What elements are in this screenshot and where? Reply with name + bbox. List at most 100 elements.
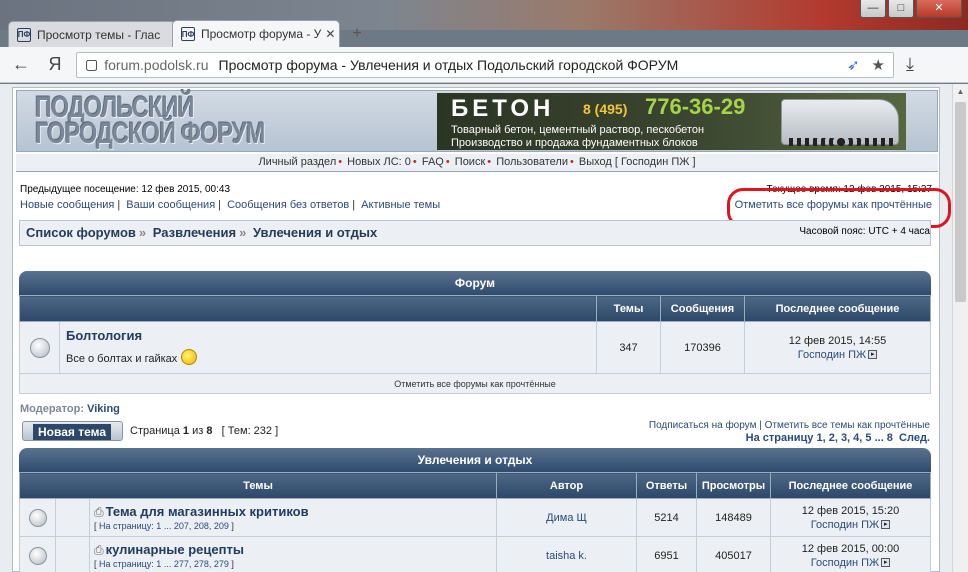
new-topic-button[interactable]: Новая тема bbox=[22, 421, 123, 441]
topic-last-author-link[interactable]: Господин ПЖ bbox=[811, 557, 879, 569]
topic-last-date: 12 фев 2015, 15:20 bbox=[801, 504, 900, 517]
download-icon[interactable]: ⤓ bbox=[906, 54, 914, 75]
subscribe-links: Подписаться на форум | Отметить все темы… bbox=[648, 420, 930, 431]
yandex-button[interactable]: Я bbox=[42, 54, 68, 75]
new-tab-button[interactable]: + bbox=[344, 25, 370, 45]
forum-description: Все о болтах и гайках bbox=[66, 352, 178, 365]
col-author: Автор bbox=[496, 472, 637, 499]
col-views: Просмотры bbox=[696, 472, 771, 499]
rocket-icon[interactable]: ➶ bbox=[847, 56, 860, 74]
topic-title-link[interactable]: кулинарные рецепты bbox=[106, 542, 244, 557]
banner-word: БЕТОН bbox=[451, 95, 555, 122]
mark-topics-read-link[interactable]: Отметить все темы как прочтённые bbox=[765, 420, 930, 431]
page-links[interactable]: 1, 2, 3, 4, 5 ... 8 bbox=[816, 432, 892, 444]
topic-replies: 6951 bbox=[636, 536, 697, 572]
close-tab-icon[interactable]: ✕ bbox=[321, 27, 335, 41]
link-your-posts[interactable]: Ваши сообщения bbox=[126, 199, 215, 211]
mark-forums-read-link[interactable]: Отметить все форумы как прочтённые bbox=[19, 373, 931, 394]
scroll-thumb[interactable] bbox=[955, 102, 966, 302]
banner-phone: 776-36-29 bbox=[645, 94, 746, 119]
next-page-link[interactable]: След. bbox=[899, 432, 930, 444]
scroll-up-icon[interactable]: ▲ bbox=[953, 84, 968, 100]
ad-banner[interactable]: БЕТОН 8 (495) 776-36-29 Товарный бетон, … bbox=[437, 93, 906, 150]
forum-row: Болтология Все о болтах и гайках 347 170… bbox=[19, 321, 931, 374]
forum-topics-count: 347 bbox=[596, 321, 661, 374]
nav-logout[interactable]: Выход [ Господин ПЖ ] bbox=[579, 156, 696, 168]
forum-section-header: Форум bbox=[19, 271, 931, 295]
forum-table: Темы Сообщения Последнее сообщение Болто… bbox=[19, 295, 931, 394]
col-posts: Сообщения bbox=[660, 295, 745, 322]
page-scrollbar[interactable]: ▲ bbox=[952, 84, 968, 572]
crumb-entertainment[interactable]: Развлечения bbox=[153, 225, 236, 240]
moderator-name-link[interactable]: Viking bbox=[87, 403, 120, 415]
nav-users[interactable]: Пользователи bbox=[496, 156, 568, 168]
url-page-title: Просмотр форума - Увлечения и отдых Подо… bbox=[218, 56, 679, 73]
bookmark-star-icon[interactable]: ★ bbox=[872, 56, 885, 74]
topic-replies: 5214 bbox=[636, 498, 697, 537]
attachment-icon: ⎙ bbox=[94, 543, 104, 557]
user-navbar: Личный раздел • Новых ЛС: 0 • FAQ • Поиск • … bbox=[16, 154, 938, 172]
tab-title: Просмотр форума - У bbox=[201, 27, 322, 41]
smiley-icon bbox=[181, 349, 198, 365]
forum-logo[interactable]: ПОДОЛЬСКИЙ ГОРОДСКОЙ ФОРУМ bbox=[35, 93, 265, 149]
topics-count: [ Тем: 232 ] bbox=[221, 425, 279, 437]
concrete-truck-image bbox=[781, 99, 899, 146]
forum-status-icon bbox=[29, 337, 50, 358]
last-visit: Предыдущее посещение: 12 фев 2015, 00:43 bbox=[20, 184, 231, 195]
pagination: На страницу 1, 2, 3, 4, 5 ... 8 След. bbox=[745, 432, 930, 444]
col-last-post: Последнее сообщение bbox=[770, 472, 931, 499]
forum-favicon-icon: ПФ bbox=[17, 27, 31, 42]
banner-line1: Товарный бетон, цементный раствор, песко… bbox=[451, 124, 705, 136]
forum-last-author-link[interactable]: Господин ПЖ bbox=[798, 349, 866, 361]
quick-links: Новые сообщения | Ваши сообщения | Сообщен… bbox=[20, 199, 441, 211]
minimize-button[interactable]: — bbox=[860, 0, 886, 18]
crumb-forum-list[interactable]: Список форумов bbox=[26, 225, 136, 240]
topic-views: 405017 bbox=[696, 536, 771, 572]
goto-post-icon[interactable]: ▸ bbox=[868, 350, 878, 360]
back-button[interactable]: ← bbox=[8, 54, 34, 75]
tab-title: Просмотр темы - Глас bbox=[37, 27, 161, 42]
breadcrumb: Список форумов» Развлечения» Увлечения и… bbox=[19, 220, 931, 246]
nav-personal[interactable]: Личный раздел bbox=[258, 156, 336, 168]
tab-topic-view[interactable]: ПФ Просмотр темы - Глас bbox=[8, 21, 176, 47]
subscribe-forum-link[interactable]: Подписаться на форум bbox=[649, 420, 757, 431]
nav-new-pm[interactable]: Новых ЛС: 0 bbox=[347, 156, 411, 168]
close-window-button[interactable]: ✕ bbox=[916, 0, 962, 18]
link-unanswered[interactable]: Сообщения без ответов bbox=[227, 199, 349, 211]
topic-pages-link[interactable]: На страницу: 1 ... 207, 208, 209 bbox=[99, 521, 229, 531]
forum-favicon-icon: ПФ bbox=[181, 27, 195, 41]
nav-faq[interactable]: FAQ bbox=[422, 156, 444, 168]
topic-status-icon bbox=[28, 546, 47, 565]
col-replies: Ответы bbox=[636, 472, 697, 499]
topics-table: Темы Автор Ответы Просмотры Последнее со… bbox=[19, 472, 931, 572]
timezone: Часовой пояс: UTC + 4 часа bbox=[799, 226, 930, 237]
topic-views: 148489 bbox=[696, 498, 771, 537]
link-new-posts[interactable]: Новые сообщения bbox=[20, 199, 114, 211]
goto-post-icon[interactable]: ▸ bbox=[881, 520, 891, 530]
goto-post-icon[interactable]: ▸ bbox=[881, 558, 891, 568]
browser-toolbar: ← Я ▢ forum.podolsk.ru Просмотр форума -… bbox=[0, 47, 968, 83]
page-info: Страница 1 из 8 [ Тем: 232 ] bbox=[130, 425, 279, 437]
forum-name-link[interactable]: Болтология bbox=[66, 328, 590, 343]
url-domain: forum.podolsk.ru bbox=[104, 56, 209, 73]
moderator-label: Модератор: bbox=[20, 403, 85, 415]
banner-line2: Производство и продажа фундаментных блок… bbox=[451, 137, 698, 149]
table-row: ⎙ кулинарные рецепты [ На страницу: 1 ...… bbox=[19, 536, 931, 572]
nav-search[interactable]: Поиск bbox=[455, 156, 485, 168]
maximize-button[interactable]: □ bbox=[888, 0, 914, 18]
topic-pages-link[interactable]: На страницу: 1 ... 277, 278, 279 bbox=[99, 559, 229, 569]
topic-author-link[interactable]: taisha k. bbox=[496, 536, 637, 572]
tab-forum-view[interactable]: ПФ Просмотр форума - У ✕ bbox=[172, 20, 340, 47]
topic-last-author-link[interactable]: Господин ПЖ bbox=[811, 519, 879, 531]
link-active-topics[interactable]: Активные темы bbox=[361, 199, 440, 211]
col-topics: Темы bbox=[596, 295, 661, 322]
topic-title-link[interactable]: Тема для магазинных критиков bbox=[106, 504, 309, 519]
topic-status-icon bbox=[28, 508, 47, 527]
attachment-icon: ⎙ bbox=[94, 505, 104, 519]
tab-strip: ПФ Просмотр темы - Глас ПФ Просмотр фору… bbox=[8, 20, 370, 47]
address-bar[interactable]: ▢ forum.podolsk.ru Просмотр форума - Увл… bbox=[76, 51, 894, 78]
crumb-hobbies[interactable]: Увлечения и отдых bbox=[253, 225, 377, 240]
forum-header: ПОДОЛЬСКИЙ ГОРОДСКОЙ ФОРУМ БЕТОН 8 (495)… bbox=[16, 90, 938, 152]
page-viewport: ПОДОЛЬСКИЙ ГОРОДСКОЙ ФОРУМ БЕТОН 8 (495)… bbox=[0, 84, 968, 572]
topic-author-link[interactable]: Дима Щ bbox=[496, 498, 637, 537]
